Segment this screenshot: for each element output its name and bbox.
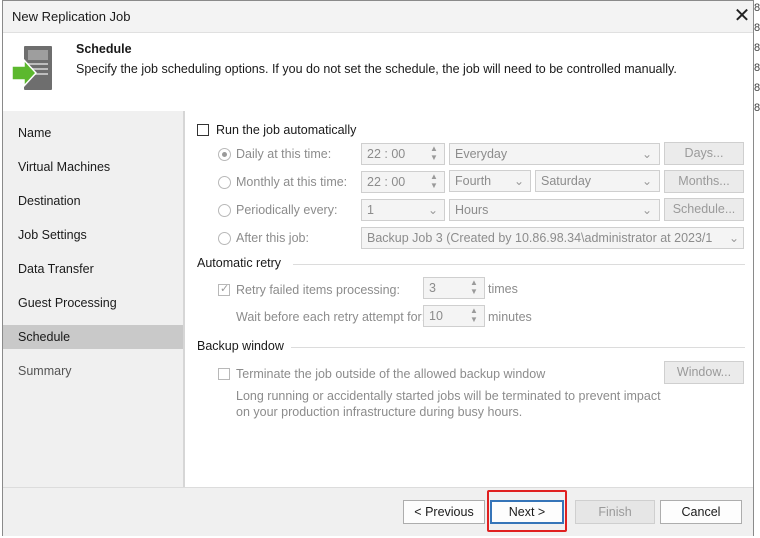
run-automatically-checkbox[interactable]	[197, 124, 209, 136]
background-text-fragment: 8	[754, 102, 760, 114]
after-job-radio[interactable]	[218, 232, 231, 245]
background-text-fragment: 8	[754, 62, 760, 74]
nav-item-schedule[interactable]: Schedule	[3, 325, 183, 349]
period-unit-dropdown[interactable]: Hours ⌄	[449, 199, 660, 221]
window-title: New Replication Job	[12, 9, 131, 24]
retry-spinner-icon[interactable]: ▲ ▼	[468, 278, 480, 298]
nav-item-guest-processing[interactable]: Guest Processing	[3, 291, 183, 315]
retry-failed-checkbox[interactable]	[218, 282, 230, 296]
daily-time-input[interactable]: 22 : 00 ▲ ▼	[361, 143, 445, 165]
cancel-button[interactable]: Cancel	[660, 500, 742, 524]
nav-item-summary[interactable]: Summary	[3, 359, 183, 383]
retry-wait-unit: minutes	[488, 310, 532, 324]
close-icon[interactable]: ✕	[731, 5, 753, 27]
backup-window-note-line2: on your production infrastructure during…	[236, 405, 523, 419]
time-spinner-icon[interactable]: ▲ ▼	[428, 144, 440, 164]
nav-item-virtual-machines[interactable]: Virtual Machines	[3, 155, 183, 179]
chevron-down-icon: ⌄	[726, 228, 740, 248]
background-text-fragment: 8	[754, 82, 760, 94]
retry-count-unit: times	[488, 282, 518, 296]
nav-item-data-transfer[interactable]: Data Transfer	[3, 257, 183, 281]
period-value: 1	[367, 203, 374, 217]
chevron-down-icon: ⌄	[642, 203, 653, 217]
chevron-down-icon: ⌄	[642, 174, 653, 188]
backup-window-heading: Backup window	[197, 339, 284, 353]
replication-server-icon	[11, 46, 52, 90]
periodically-radio[interactable]	[218, 204, 231, 217]
terminate-job-label: Terminate the job outside of the allowed…	[236, 367, 546, 381]
window-button[interactable]: Window...	[664, 361, 744, 384]
daily-time-value: 22 : 00	[367, 147, 406, 161]
previous-button[interactable]: < Previous	[403, 500, 485, 524]
title-bar: New Replication Job ✕	[3, 1, 753, 32]
run-automatically-label: Run the job automatically	[216, 123, 357, 137]
daily-radio[interactable]	[218, 148, 231, 161]
after-job-value: Backup Job 3 (Created by 10.86.98.34\adm…	[367, 231, 713, 245]
background-text-fragment: 8	[754, 2, 760, 14]
after-job-label: After this job:	[236, 231, 309, 245]
period-unit-value: Hours	[455, 203, 489, 217]
months-button[interactable]: Months...	[664, 170, 744, 193]
retry-wait-value: 10	[429, 309, 443, 323]
monthly-week-dropdown[interactable]: Fourth ⌄	[449, 170, 531, 192]
schedule-button[interactable]: Schedule...	[664, 198, 744, 221]
chevron-down-icon: ⌄	[514, 174, 525, 188]
nav-item-job-settings[interactable]: Job Settings	[3, 223, 183, 247]
finish-button[interactable]: Finish	[575, 500, 655, 524]
section-divider	[291, 347, 745, 348]
days-button[interactable]: Days...	[664, 142, 744, 165]
time-spinner-icon[interactable]: ▲ ▼	[428, 172, 440, 192]
periodically-label: Periodically every:	[236, 203, 338, 217]
chevron-down-icon: ⌄	[642, 147, 653, 161]
monthly-time-value: 22 : 00	[367, 175, 406, 189]
monthly-day-dropdown[interactable]: Saturday ⌄	[535, 170, 660, 192]
wizard-steps-nav: Name Virtual Machines Destination Job Se…	[3, 111, 183, 487]
daily-frequency-value: Everyday	[455, 147, 508, 161]
monthly-time-input[interactable]: 22 : 00 ▲ ▼	[361, 171, 445, 193]
next-button[interactable]: Next >	[490, 500, 564, 524]
monthly-label: Monthly at this time:	[236, 175, 348, 189]
retry-failed-label: Retry failed items processing:	[236, 283, 400, 297]
terminate-job-checkbox[interactable]	[218, 368, 230, 380]
nav-item-name[interactable]: Name	[3, 121, 183, 145]
wizard-footer: < Previous Next > Finish Cancel	[3, 487, 753, 536]
retry-wait-input[interactable]: 10 ▲ ▼	[423, 305, 485, 327]
chevron-down-icon: ⌄	[428, 203, 439, 217]
monthly-week-value: Fourth	[455, 174, 492, 188]
schedule-panel: Run the job automatically Daily at this …	[183, 111, 753, 487]
after-job-dropdown[interactable]: Backup Job 3 (Created by 10.86.98.34\adm…	[361, 227, 744, 249]
background-text-fragment: 8	[754, 22, 760, 34]
section-divider	[293, 264, 745, 265]
background-text-fragment: 8	[754, 42, 760, 54]
automatic-retry-heading: Automatic retry	[197, 256, 282, 270]
daily-label: Daily at this time:	[236, 147, 332, 161]
period-value-dropdown[interactable]: 1 ⌄	[361, 199, 445, 221]
backup-window-note-line1: Long running or accidentally started job…	[236, 389, 661, 403]
replication-job-dialog: New Replication Job ✕ Schedule Specify t…	[2, 0, 754, 536]
step-title: Schedule	[76, 42, 132, 56]
wait-spinner-icon[interactable]: ▲ ▼	[468, 306, 480, 326]
wizard-header: Schedule Specify the job scheduling opti…	[3, 32, 753, 111]
step-description: Specify the job scheduling options. If y…	[76, 62, 677, 76]
retry-count-value: 3	[429, 281, 436, 295]
monthly-radio[interactable]	[218, 176, 231, 189]
retry-wait-label: Wait before each retry attempt for:	[236, 310, 426, 324]
daily-frequency-dropdown[interactable]: Everyday ⌄	[449, 143, 660, 165]
retry-count-input[interactable]: 3 ▲ ▼	[423, 277, 485, 299]
monthly-day-value: Saturday	[541, 174, 592, 188]
nav-item-destination[interactable]: Destination	[3, 189, 183, 213]
